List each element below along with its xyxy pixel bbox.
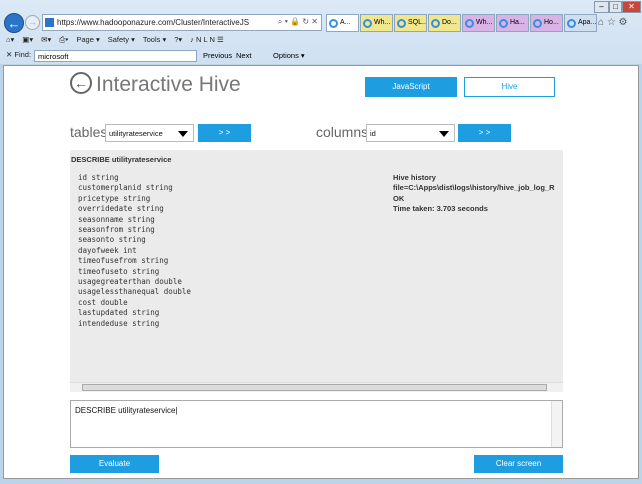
home-star-gear-icons[interactable]: ⌂ ☆ ⚙ xyxy=(598,17,628,28)
command-bar: ⌂▾ ▣▾ ✉▾ ⎙▾ Page ▾ Safety ▾ Tools ▾ ?▾ ♪ N L N ☰ xyxy=(6,35,232,45)
site-icon xyxy=(45,18,54,27)
insert-column-button[interactable]: > > xyxy=(458,124,511,142)
tools-menu[interactable]: Tools ▾ xyxy=(143,35,166,44)
schema-line: usagegreaterthan double xyxy=(78,277,182,287)
insert-table-button[interactable]: > > xyxy=(198,124,251,142)
minimize-button[interactable]: – xyxy=(594,1,609,13)
schema-line: overridedate string xyxy=(78,204,164,214)
hive-log-output: Hive history file=C:\Apps\dist\logs\histo… xyxy=(393,173,563,214)
log-line: Hive history xyxy=(393,173,436,182)
tab-label: Apa... xyxy=(578,19,597,26)
clear-screen-button[interactable]: Clear screen xyxy=(474,455,563,473)
page-title: ← Interactive Hive xyxy=(70,72,241,97)
query-header: DESCRIBE utilityrateservice xyxy=(71,155,172,164)
find-bar: ✕ Find: xyxy=(6,50,31,59)
scrollbar-thumb[interactable] xyxy=(82,384,547,391)
tab-favicon-icon xyxy=(465,19,474,28)
log-line: file=C:\Apps\dist\logs\history/hive_job_… xyxy=(393,183,555,193)
schema-line: cost double xyxy=(78,297,128,307)
browser-tab[interactable]: Do... xyxy=(428,14,461,32)
address-controls-icon[interactable]: ⌕ ▾ 🔒 ↻ ✕ xyxy=(278,17,318,27)
dropdown-arrow-icon xyxy=(178,131,188,137)
tab-favicon-icon xyxy=(363,19,372,28)
tab-favicon-icon xyxy=(329,19,338,28)
log-line: Time taken: 3.703 seconds xyxy=(393,203,488,213)
find-input[interactable]: microsoft xyxy=(34,50,197,62)
vertical-scrollbar[interactable] xyxy=(551,401,562,447)
schema-line: lastupdated string xyxy=(78,308,160,318)
schema-line: seasonname string xyxy=(78,214,155,224)
columns-select[interactable]: id xyxy=(366,124,455,142)
address-bar[interactable]: https://www.hadooponazure.com/Cluster/In… xyxy=(42,14,322,31)
tab-label: Wh... xyxy=(476,19,493,26)
browser-tab[interactable]: Wh... xyxy=(360,14,393,32)
tab-label: Ho... xyxy=(544,19,559,26)
browser-tab[interactable]: Apa... xyxy=(564,14,597,32)
print-icon[interactable]: ⎙▾ xyxy=(59,35,68,44)
tab-label: Wh... xyxy=(374,19,391,26)
tab-favicon-icon xyxy=(567,19,576,28)
find-options[interactable]: Options ▾ xyxy=(273,51,305,60)
tab-favicon-icon xyxy=(397,19,406,28)
home-icon[interactable]: ⌂▾ xyxy=(6,35,14,44)
tab-favicon-icon xyxy=(499,19,508,28)
browser-tab[interactable]: SQL... xyxy=(394,14,427,32)
find-next[interactable]: Next xyxy=(236,51,251,60)
tables-select[interactable]: utilityrateservice xyxy=(105,124,194,142)
find-previous[interactable]: Previous xyxy=(203,51,232,60)
schema-line: customerplanid string xyxy=(78,183,173,193)
schema-line: dayofweek int xyxy=(78,245,137,255)
browser-tab[interactable]: A... xyxy=(326,14,359,32)
schema-output: id string customerplanid string pricetype … xyxy=(78,173,191,329)
tab-label: Ha... xyxy=(510,19,525,26)
query-text: DESCRIBE utilityrateservice xyxy=(75,406,176,415)
schema-line: usagelessthanequal double xyxy=(78,287,191,297)
tab-label: SQL... xyxy=(408,19,427,26)
evaluate-button[interactable]: Evaluate xyxy=(70,455,159,473)
tables-value: utilityrateservice xyxy=(109,129,163,138)
safety-menu[interactable]: Safety ▾ xyxy=(108,35,135,44)
tab-label: Do... xyxy=(442,19,457,26)
tables-label: tables xyxy=(70,124,108,140)
tab-favicon-icon xyxy=(533,19,542,28)
log-line: OK xyxy=(393,193,405,203)
tab-label: A... xyxy=(340,19,351,26)
close-window-button[interactable]: ✕ xyxy=(622,1,641,13)
browser-tab[interactable]: Wh... xyxy=(462,14,495,32)
columns-label: columns xyxy=(316,124,369,140)
schema-line: seasonto string xyxy=(78,235,146,245)
schema-line: id string xyxy=(78,173,119,182)
hive-button[interactable]: Hive xyxy=(464,77,555,97)
back-button[interactable]: ← xyxy=(4,13,24,33)
page-menu[interactable]: Page ▾ xyxy=(76,35,99,44)
tab-favicon-icon xyxy=(431,19,440,28)
javascript-button[interactable]: JavaScript xyxy=(365,77,457,97)
schema-line: timeofusefrom string xyxy=(78,256,169,266)
columns-value: id xyxy=(370,129,376,138)
dropdown-arrow-icon xyxy=(439,131,449,137)
schema-line: pricetype string xyxy=(78,193,151,203)
back-arrow-icon[interactable]: ← xyxy=(70,72,92,94)
feeds-icon[interactable]: ▣▾ xyxy=(22,35,33,44)
schema-line: seasonfrom string xyxy=(78,225,155,235)
schema-line: intendeduse string xyxy=(78,318,160,328)
mail-icon[interactable]: ✉▾ xyxy=(41,35,51,44)
title-text: Interactive Hive xyxy=(96,73,241,96)
query-input[interactable]: DESCRIBE utilityrateservice| xyxy=(70,400,563,448)
browser-tab[interactable]: Ho... xyxy=(530,14,563,32)
addon-icons[interactable]: ♪ N L N ☰ xyxy=(190,35,224,44)
browser-tab[interactable]: Ha... xyxy=(496,14,529,32)
schema-line: timeofuseto string xyxy=(78,266,160,276)
help-icon[interactable]: ?▾ xyxy=(174,35,182,44)
url-text: https://www.hadooponazure.com/Cluster/In… xyxy=(57,18,250,27)
close-find-icon[interactable]: ✕ xyxy=(6,50,12,59)
forward-button[interactable]: → xyxy=(25,15,40,30)
maximize-button[interactable]: □ xyxy=(609,1,622,13)
find-label: Find: xyxy=(14,50,32,59)
